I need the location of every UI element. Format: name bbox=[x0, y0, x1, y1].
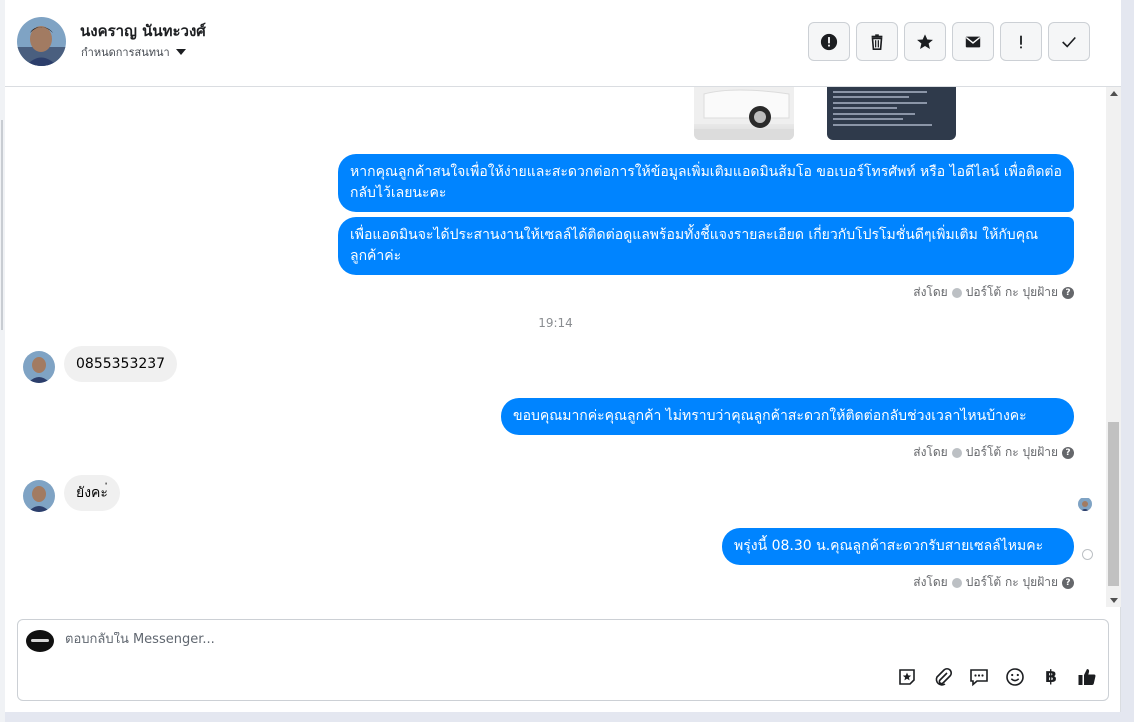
baht-icon: ฿ bbox=[1045, 667, 1057, 687]
caret-down-icon bbox=[175, 49, 186, 55]
message-bubble-outgoing[interactable]: ขอบคุณมากค่ะคุณลูกค้า ไม่ทราบว่าคุณลูกค้… bbox=[501, 398, 1074, 435]
sender-name[interactable]: ปอร์โต้ กะ ปุยฝ้าย bbox=[966, 573, 1058, 592]
payment-button[interactable]: ฿ bbox=[1040, 666, 1062, 688]
sent-by-line: ส่งโดย ปอร์โต้ กะ ปุยฝ้าย ? bbox=[913, 573, 1074, 592]
exclamation-icon bbox=[1020, 35, 1022, 48]
emoji-button[interactable] bbox=[1004, 666, 1026, 688]
contact-avatar[interactable] bbox=[17, 17, 66, 66]
contact-avatar-small[interactable] bbox=[23, 480, 55, 512]
help-icon[interactable]: ? bbox=[1062, 576, 1074, 589]
attachment-button[interactable] bbox=[932, 666, 954, 688]
conversation-schedule-dropdown[interactable]: กำหนดการสนทนา bbox=[81, 43, 186, 61]
page-logo bbox=[26, 630, 54, 652]
contact-avatar-small[interactable] bbox=[23, 351, 55, 383]
warning-icon bbox=[820, 33, 838, 50]
message-list[interactable]: หากคุณลูกค้าสนใจเพื่อให้ง่ายและสะดวกต่อก… bbox=[5, 87, 1106, 607]
sent-by-line: ส่งโดย ปอร์โต้ กะ ปุยฝ้าย ? bbox=[913, 443, 1074, 462]
star-icon bbox=[917, 33, 933, 49]
trash-icon bbox=[871, 33, 883, 50]
message-bubble-incoming[interactable]: ยังคะ่ bbox=[64, 475, 120, 511]
mark-done-button[interactable] bbox=[1048, 22, 1090, 61]
delete-button[interactable] bbox=[856, 22, 898, 61]
star-button[interactable] bbox=[904, 22, 946, 61]
attachment-icon bbox=[935, 667, 953, 686]
message-bubble-outgoing[interactable]: หากคุณลูกค้าสนใจเพื่อให้ง่ายและสะดวกต่อก… bbox=[338, 154, 1074, 212]
delivered-check-icon bbox=[1082, 549, 1093, 560]
header-actions bbox=[808, 22, 1090, 61]
sent-by-label: ส่งโดย bbox=[913, 575, 948, 589]
check-icon bbox=[1062, 36, 1076, 48]
verified-icon bbox=[951, 287, 962, 298]
follow-up-button[interactable] bbox=[1000, 22, 1042, 61]
sticker-button[interactable] bbox=[896, 666, 918, 688]
sent-by-label: ส่งโดย bbox=[913, 445, 948, 459]
conversation-header: นงคราญ นันทะวงศ์ กำหนดการสนทนา bbox=[5, 0, 1121, 87]
sent-by-label: ส่งโดย bbox=[913, 285, 948, 299]
sent-by-line: ส่งโดย ปอร์โต้ กะ ปุยฝ้าย ? bbox=[913, 283, 1074, 302]
scroll-up-arrow-icon[interactable] bbox=[1110, 91, 1118, 96]
scroll-down-arrow-icon[interactable] bbox=[1110, 598, 1118, 603]
mark-unread-button[interactable] bbox=[952, 22, 994, 61]
composer-tools: ฿ bbox=[896, 666, 1098, 688]
sticker-icon bbox=[899, 669, 915, 685]
seen-by-avatar bbox=[1078, 497, 1092, 511]
attachment-image-car[interactable] bbox=[694, 87, 794, 140]
like-icon bbox=[1078, 669, 1096, 685]
mark-spam-button[interactable] bbox=[808, 22, 850, 61]
contact-name[interactable]: นงคราญ นันทะวงศ์ bbox=[80, 19, 206, 43]
scroll-thumb[interactable] bbox=[1108, 422, 1119, 586]
verified-icon bbox=[951, 577, 962, 588]
reply-composer: ฿ bbox=[17, 619, 1109, 701]
sender-name[interactable]: ปอร์โต้ กะ ปุยฝ้าย bbox=[966, 283, 1058, 302]
message-bubble-incoming[interactable]: 0855353237 bbox=[64, 346, 178, 382]
message-scrollbar[interactable] bbox=[1106, 87, 1121, 607]
attachment-image-specs[interactable] bbox=[827, 87, 956, 140]
sender-name[interactable]: ปอร์โต้ กะ ปุยฝ้าย bbox=[966, 443, 1058, 462]
help-icon[interactable]: ? bbox=[1062, 286, 1074, 299]
message-timestamp: 19:14 bbox=[538, 316, 573, 330]
saved-replies-button[interactable] bbox=[968, 666, 990, 688]
saved-reply-icon bbox=[970, 669, 988, 687]
verified-icon bbox=[951, 447, 962, 458]
conversation-panel: นงคราญ นันทะวงศ์ กำหนดการสนทนา หากคุณลูก… bbox=[5, 0, 1121, 712]
schedule-label: กำหนดการสนทนา bbox=[81, 46, 170, 59]
message-bubble-outgoing[interactable]: พรุ่งนี้ 08.30 น.คุณลูกค้าสะดวกรับสายเซล… bbox=[722, 528, 1074, 565]
emoji-icon bbox=[1006, 668, 1024, 686]
mail-icon bbox=[965, 36, 981, 47]
reply-input[interactable] bbox=[65, 632, 965, 647]
message-bubble-outgoing[interactable]: เพื่อแอดมินจะได้ประสานงานให้เซลล์ได้ติดต… bbox=[338, 217, 1074, 275]
help-icon[interactable]: ? bbox=[1062, 446, 1074, 459]
like-button[interactable] bbox=[1076, 666, 1098, 688]
